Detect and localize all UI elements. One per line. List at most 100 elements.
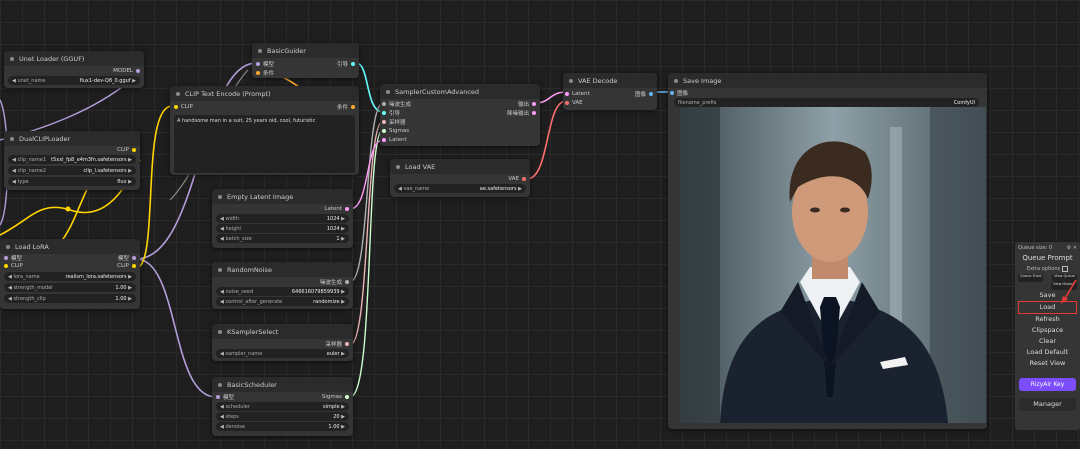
input-label: CLIP (181, 103, 193, 110)
control-after-generate-combo[interactable]: ◀ control_after_generate randomize ▶ (216, 297, 349, 306)
node-unet-loader[interactable]: Unet Loader (GGUF) MODEL ◀ unet_name flux… (4, 51, 144, 88)
node-title: BasicGuider (267, 46, 306, 55)
node-collapse-dot[interactable] (218, 194, 222, 199)
output-slot[interactable] (532, 101, 536, 106)
input-slot[interactable] (565, 100, 569, 105)
input-slot[interactable] (4, 256, 8, 260)
output-slot[interactable] (345, 207, 349, 211)
input-slot[interactable] (382, 119, 386, 124)
node-title: Load VAE (405, 162, 436, 171)
input-label: 模型 (223, 395, 235, 401)
output-slot[interactable] (132, 264, 136, 268)
input-slot[interactable] (4, 264, 8, 268)
clip-name2-combo[interactable]: ◀ clip_name2 clip_l.safetensors ▶ (8, 166, 136, 175)
node-collapse-dot[interactable] (218, 329, 222, 334)
width-stepper[interactable]: ◀ width 1024 ▶ (216, 214, 349, 223)
gear-icon[interactable]: ⚙ (1067, 245, 1071, 251)
node-random-noise[interactable]: RandomNoise 噪波生成 ◀ noise_seed 64661607985… (212, 262, 353, 309)
node-collapse-dot[interactable] (218, 267, 222, 272)
noise-seed-stepper[interactable]: ◀ noise_seed 646616079859939 ▶ (216, 287, 349, 296)
input-label: 采样器 (389, 119, 406, 126)
node-empty-latent[interactable]: Empty Latent Image Latent ◀ width 1024 ▶ … (212, 189, 353, 248)
height-stepper[interactable]: ◀ height 1024 ▶ (216, 224, 349, 233)
rizyai-key-button[interactable]: RizyAir Key (1019, 378, 1076, 391)
strength-model-stepper[interactable]: ◀ strength_model 1.00 ▶ (4, 283, 136, 292)
node-collapse-dot[interactable] (176, 91, 180, 96)
node-basic-guider[interactable]: BasicGuider 模型 引导 条件 (252, 43, 359, 78)
input-slot[interactable] (565, 91, 569, 96)
input-label: CLIP (11, 263, 23, 269)
node-clip-text-encode[interactable]: CLIP Text Encode (Prompt) CLIP 条件 A hands… (170, 86, 359, 175)
reset-view-button[interactable]: Reset View (1018, 358, 1077, 369)
output-label: 引导 (336, 61, 348, 68)
manager-button[interactable]: Manager (1019, 398, 1076, 411)
input-label: 条件 (263, 70, 275, 77)
node-collapse-dot[interactable] (218, 382, 222, 387)
strength-clip-stepper[interactable]: ◀ strength_clip 1.00 ▶ (4, 294, 136, 303)
output-slot[interactable] (136, 68, 140, 73)
output-slot[interactable] (522, 177, 526, 181)
output-slot[interactable] (132, 256, 136, 260)
node-collapse-dot[interactable] (396, 164, 400, 169)
lora-name-combo[interactable]: ◀ lora_name realism_lora.safetensors ▶ (4, 272, 136, 281)
comfy-side-menu: Queue size: 0 ⚙ ✕ Queue Prompt Extra opt… (1015, 242, 1080, 430)
node-title: BasicScheduler (227, 380, 277, 389)
output-slot[interactable] (351, 104, 355, 109)
input-slot[interactable] (174, 104, 178, 109)
load-default-button[interactable]: Load Default (1018, 347, 1077, 358)
node-collapse-dot[interactable] (10, 136, 14, 141)
node-vae-decode[interactable]: VAE Decode Latent 图像 VAE (563, 73, 657, 110)
batch-size-stepper[interactable]: ◀ batch_size 1 ▶ (216, 234, 349, 243)
prompt-textarea[interactable]: A handsome man in a suit, 25 years old, … (174, 115, 355, 173)
output-slot[interactable] (132, 147, 136, 152)
input-slot[interactable] (670, 91, 674, 95)
output-slot[interactable] (345, 280, 349, 284)
input-slot[interactable] (382, 128, 386, 133)
refresh-button[interactable]: Refresh (1018, 314, 1077, 325)
input-slot[interactable] (256, 70, 260, 75)
node-collapse-dot[interactable] (258, 48, 262, 53)
node-collapse-dot[interactable] (569, 78, 573, 83)
node-graph-canvas[interactable]: Unet Loader (GGUF) MODEL ◀ unet_name flux… (0, 0, 1080, 449)
extra-options-checkbox[interactable] (1062, 266, 1069, 272)
clear-button[interactable]: Clear (1018, 336, 1077, 347)
queue-prompt-button[interactable]: Queue Prompt (1018, 253, 1077, 264)
denoise-stepper[interactable]: ◀ denoise 1.00 ▶ (216, 422, 349, 431)
steps-stepper[interactable]: ◀ steps 20 ▶ (216, 412, 349, 421)
node-collapse-dot[interactable] (10, 56, 14, 61)
extra-options-toggle[interactable]: Extra options (1015, 264, 1080, 274)
node-load-vae[interactable]: Load VAE VAE ◀ vae_name ae.safetensors ▶ (390, 159, 530, 197)
type-combo[interactable]: ◀ type flux ▶ (8, 177, 136, 186)
node-dualclip-loader[interactable]: DualCLIPLoader CLIP ◀ clip_name1 t5xxl_fp… (4, 131, 140, 190)
node-collapse-dot[interactable] (674, 78, 678, 83)
node-basic-scheduler[interactable]: BasicScheduler 模型 Sigmas ◀ scheduler simpl… (212, 377, 353, 436)
node-save-image[interactable]: Save Image 图像 filename_prefix ComfyUI (668, 73, 987, 429)
clipspace-button[interactable]: Clipspace (1018, 325, 1077, 336)
unet-name-combo[interactable]: ◀ unet_name flux1-dev-Q8_0.gguf ▶ (8, 76, 140, 85)
node-load-lora[interactable]: Load LoRA 模型 模型 CLIP CLIP ◀ lora_name reali… (0, 239, 140, 309)
input-slot[interactable] (382, 110, 386, 115)
vae-name-combo[interactable]: ◀ vae_name ae.safetensors ▶ (394, 184, 526, 193)
input-slot[interactable] (382, 137, 386, 142)
node-collapse-dot[interactable] (6, 244, 10, 249)
output-slot[interactable] (351, 61, 355, 66)
close-icon[interactable]: ✕ (1073, 245, 1077, 251)
output-label: 条件 (336, 104, 348, 111)
clip-name1-combo[interactable]: ◀ clip_name1 t5xxl_fp8_e4m3fn.safetensors… (8, 155, 136, 164)
node-ksampler-select[interactable]: KSamplerSelect 采样器 ◀ sampler_name euler ▶ (212, 324, 353, 361)
output-slot[interactable] (532, 110, 536, 115)
input-slot[interactable] (256, 61, 260, 66)
output-slot[interactable] (345, 395, 349, 399)
node-sampler-custom-advanced[interactable]: SamplerCustomAdvanced 噪波生成 输出 引导 降噪输出 采样器 … (380, 84, 540, 146)
output-slot[interactable] (649, 91, 653, 96)
queue-front-button[interactable]: Queue Front (1018, 274, 1044, 282)
sampler-name-combo[interactable]: ◀ sampler_name euler ▶ (216, 349, 349, 358)
filename-prefix-field[interactable]: filename_prefix ComfyUI (674, 98, 979, 107)
node-collapse-dot[interactable] (386, 89, 390, 94)
link-guider-sampler (355, 62, 384, 113)
scheduler-combo[interactable]: ◀ scheduler simple ▶ (216, 402, 349, 411)
output-label: MODEL (113, 67, 133, 74)
output-slot[interactable] (345, 342, 349, 346)
input-slot[interactable] (382, 101, 386, 106)
input-slot[interactable] (216, 395, 220, 399)
